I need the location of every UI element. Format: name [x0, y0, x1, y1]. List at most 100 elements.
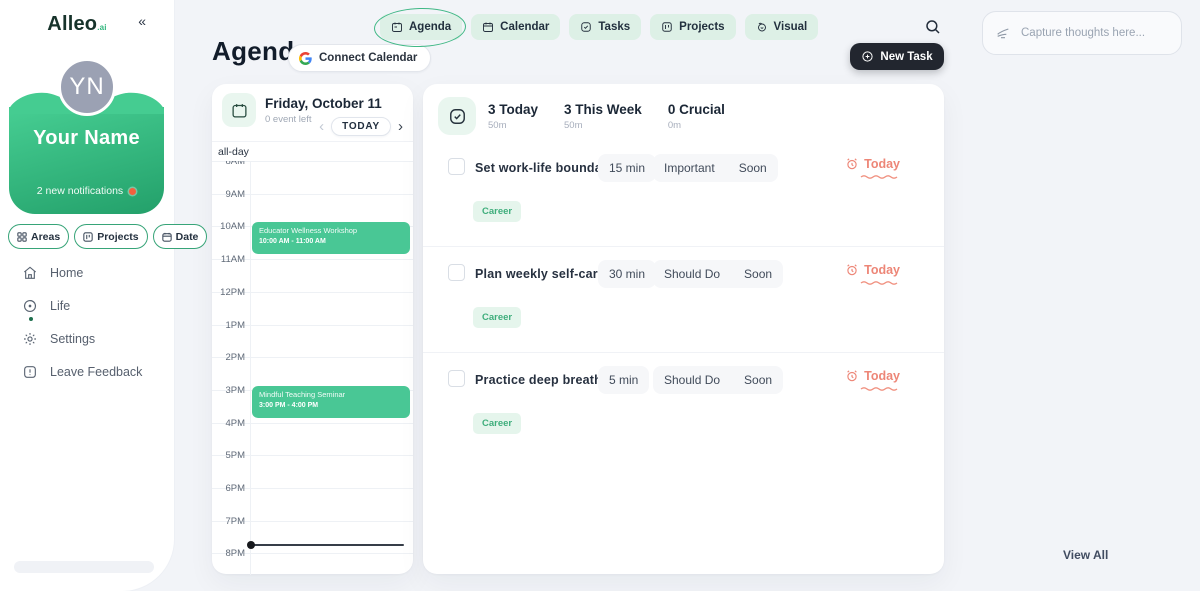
calendar-date-title: Friday, October 11: [265, 96, 382, 111]
life-target-icon: [22, 298, 38, 314]
life-active-dot: [29, 317, 33, 321]
hour-label: 2PM: [212, 352, 245, 363]
current-time-indicator: [251, 544, 404, 546]
task-priority-label[interactable]: Should Do: [664, 373, 720, 387]
notifications-label: 2 new notifications: [37, 185, 123, 197]
task-priority-pill[interactable]: Should Do Soon: [653, 260, 783, 288]
home-icon: [22, 265, 38, 281]
task-checkbox[interactable]: [448, 264, 465, 281]
task-tag-career[interactable]: Career: [473, 201, 521, 222]
task-duration-pill[interactable]: 5 min: [598, 366, 649, 394]
prev-day-chevron[interactable]: ‹: [319, 119, 324, 134]
chip-date[interactable]: Date: [153, 224, 208, 249]
sidebar-collapse-icon[interactable]: «: [138, 13, 146, 29]
task-row: Practice deep breathing 5 min Should Do …: [423, 353, 944, 458]
plus-circle-icon: [861, 50, 874, 63]
tab-tasks[interactable]: Tasks: [569, 14, 641, 40]
connect-calendar-button[interactable]: Connect Calendar: [288, 44, 431, 72]
capture-thoughts-input[interactable]: [1019, 26, 1169, 40]
sidebar-item-settings[interactable]: Settings: [0, 326, 174, 352]
due-wavy-underline: [860, 174, 900, 179]
app-logo-suffix: .ai: [97, 23, 107, 32]
hour-label: 10AM: [212, 221, 245, 232]
notifications-link[interactable]: 2 new notifications: [9, 185, 164, 197]
due-wavy-underline: [860, 280, 900, 285]
tab-agenda[interactable]: Agenda: [380, 14, 462, 40]
task-priority-label[interactable]: Should Do: [664, 267, 720, 281]
chip-date-label: Date: [176, 231, 199, 243]
projects-board-icon: [83, 232, 93, 242]
calendar-time-grid[interactable]: 8AM 9AM 10AM 11AM 12PM 1PM 2PM 3PM 4PM 5…: [212, 141, 413, 575]
hour-label: 8PM: [212, 548, 245, 559]
all-day-label: all-day: [218, 146, 249, 158]
new-task-label: New Task: [880, 51, 932, 63]
day-calendar-panel: Friday, October 11 0 event left ‹ TODAY …: [212, 84, 413, 574]
event-time: 10:00 AM - 11:00 AM: [259, 238, 403, 245]
tab-visual[interactable]: Visual: [745, 14, 819, 40]
capture-pen-icon: [995, 25, 1011, 41]
stat-this-week: 3 This Week 50m: [564, 102, 642, 131]
sidebar-item-leave-feedback[interactable]: Leave Feedback: [0, 359, 174, 385]
tasks-panel: 3 Today 50m 3 This Week 50m 0 Crucial 0m…: [423, 84, 944, 574]
task-checkbox[interactable]: [448, 370, 465, 387]
tab-label: Projects: [679, 21, 724, 33]
sidebar-item-label: Life: [50, 299, 70, 313]
sidebar-item-label: Home: [50, 266, 83, 280]
sidebar-item-life[interactable]: Life: [0, 293, 174, 319]
task-title[interactable]: Plan weekly self-care: [475, 267, 605, 281]
search-button[interactable]: [924, 18, 944, 38]
task-tag-career[interactable]: Career: [473, 307, 521, 328]
task-duration-pill[interactable]: 30 min: [598, 260, 656, 288]
task-priority-pill[interactable]: Important Soon: [653, 154, 778, 182]
stat-label: 3 This Week: [564, 102, 642, 117]
sidebar-item-label: Leave Feedback: [50, 365, 142, 379]
task-priority-label[interactable]: Important: [664, 161, 715, 175]
gear-icon: [22, 331, 38, 347]
task-due-label: Today: [864, 369, 900, 383]
alarm-clock-icon: [845, 263, 859, 277]
notification-dot-icon: [129, 188, 136, 195]
task-due-badge[interactable]: Today: [845, 369, 900, 383]
agenda-icon: [391, 21, 403, 33]
task-when-label[interactable]: Soon: [739, 161, 767, 175]
hour-label: 3PM: [212, 385, 245, 396]
task-duration-pill[interactable]: 15 min: [598, 154, 656, 182]
task-when-label[interactable]: Soon: [744, 373, 772, 387]
calendar-icon: [482, 21, 494, 33]
tab-label: Agenda: [409, 21, 451, 33]
calendar-event[interactable]: Educator Wellness Workshop 10:00 AM - 11…: [252, 222, 410, 254]
tab-calendar[interactable]: Calendar: [471, 14, 560, 40]
task-priority-pill[interactable]: Should Do Soon: [653, 366, 783, 394]
time-column-divider: [250, 142, 251, 575]
chip-areas-label: Areas: [31, 231, 60, 243]
tab-projects[interactable]: Projects: [650, 14, 735, 40]
view-all-link[interactable]: View All: [1063, 548, 1108, 562]
alarm-clock-icon: [845, 369, 859, 383]
google-logo-icon: [299, 52, 312, 65]
search-icon: [924, 18, 942, 36]
today-button[interactable]: TODAY: [331, 117, 391, 136]
alarm-clock-icon: [845, 157, 859, 171]
event-title: Mindful Teaching Seminar: [259, 390, 403, 399]
task-checkbox[interactable]: [448, 158, 465, 175]
hour-label: 9AM: [212, 189, 245, 200]
capture-thoughts-field[interactable]: [982, 11, 1182, 55]
chip-projects[interactable]: Projects: [74, 224, 147, 249]
calendar-event[interactable]: Mindful Teaching Seminar 3:00 PM - 4:00 …: [252, 386, 410, 418]
task-when-label[interactable]: Soon: [744, 267, 772, 281]
avatar[interactable]: YN: [58, 58, 116, 116]
task-row: Set work-life boundaries 15 min Importan…: [423, 141, 944, 247]
event-time: 3:00 PM - 4:00 PM: [259, 402, 403, 409]
next-day-chevron[interactable]: ›: [398, 119, 403, 134]
date-calendar-icon: [162, 232, 172, 242]
task-due-badge[interactable]: Today: [845, 157, 900, 171]
task-due-label: Today: [864, 157, 900, 171]
sidebar-item-home[interactable]: Home: [0, 260, 174, 286]
calendar-icon: [231, 102, 248, 119]
chip-areas[interactable]: Areas: [8, 224, 69, 249]
projects-grid-icon: [661, 21, 673, 33]
task-due-badge[interactable]: Today: [845, 263, 900, 277]
task-tag-career[interactable]: Career: [473, 413, 521, 434]
stat-today: 3 Today 50m: [488, 102, 538, 131]
new-task-button[interactable]: New Task: [850, 43, 944, 70]
